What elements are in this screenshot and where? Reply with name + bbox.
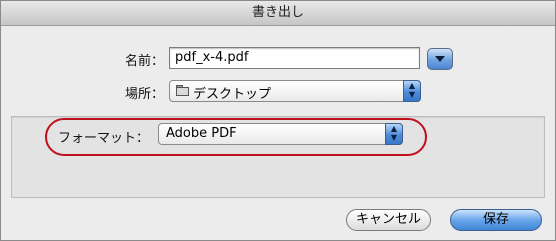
save-as-input[interactable] <box>170 48 415 66</box>
folder-icon <box>176 85 189 96</box>
save-as-field-frame <box>169 47 420 69</box>
popup-arrows-icon: ▲ ▼ <box>403 80 421 102</box>
format-label: フォーマット： <box>58 131 150 146</box>
cancel-button[interactable]: キャンセル <box>346 209 431 231</box>
where-label: 場所： <box>125 87 165 102</box>
window-title: 書き出し <box>1 1 555 26</box>
format-value: Adobe PDF <box>166 126 237 141</box>
where-popup[interactable]: デスクトップ ▲ ▼ <box>169 80 421 102</box>
format-popup[interactable]: Adobe PDF ▲ ▼ <box>158 123 403 145</box>
save-button[interactable]: 保存 <box>450 209 542 231</box>
popup-arrows-icon: ▲ ▼ <box>385 123 403 145</box>
where-value: デスクトップ <box>193 87 272 102</box>
expand-dialog-button[interactable] <box>427 48 453 70</box>
export-dialog: 書き出し 名前： 場所： デスクトップ ▲▼ フォーマット： Adobe PDF… <box>0 0 556 241</box>
chevron-down-icon <box>435 56 445 62</box>
save-as-label: 名前： <box>125 54 165 69</box>
